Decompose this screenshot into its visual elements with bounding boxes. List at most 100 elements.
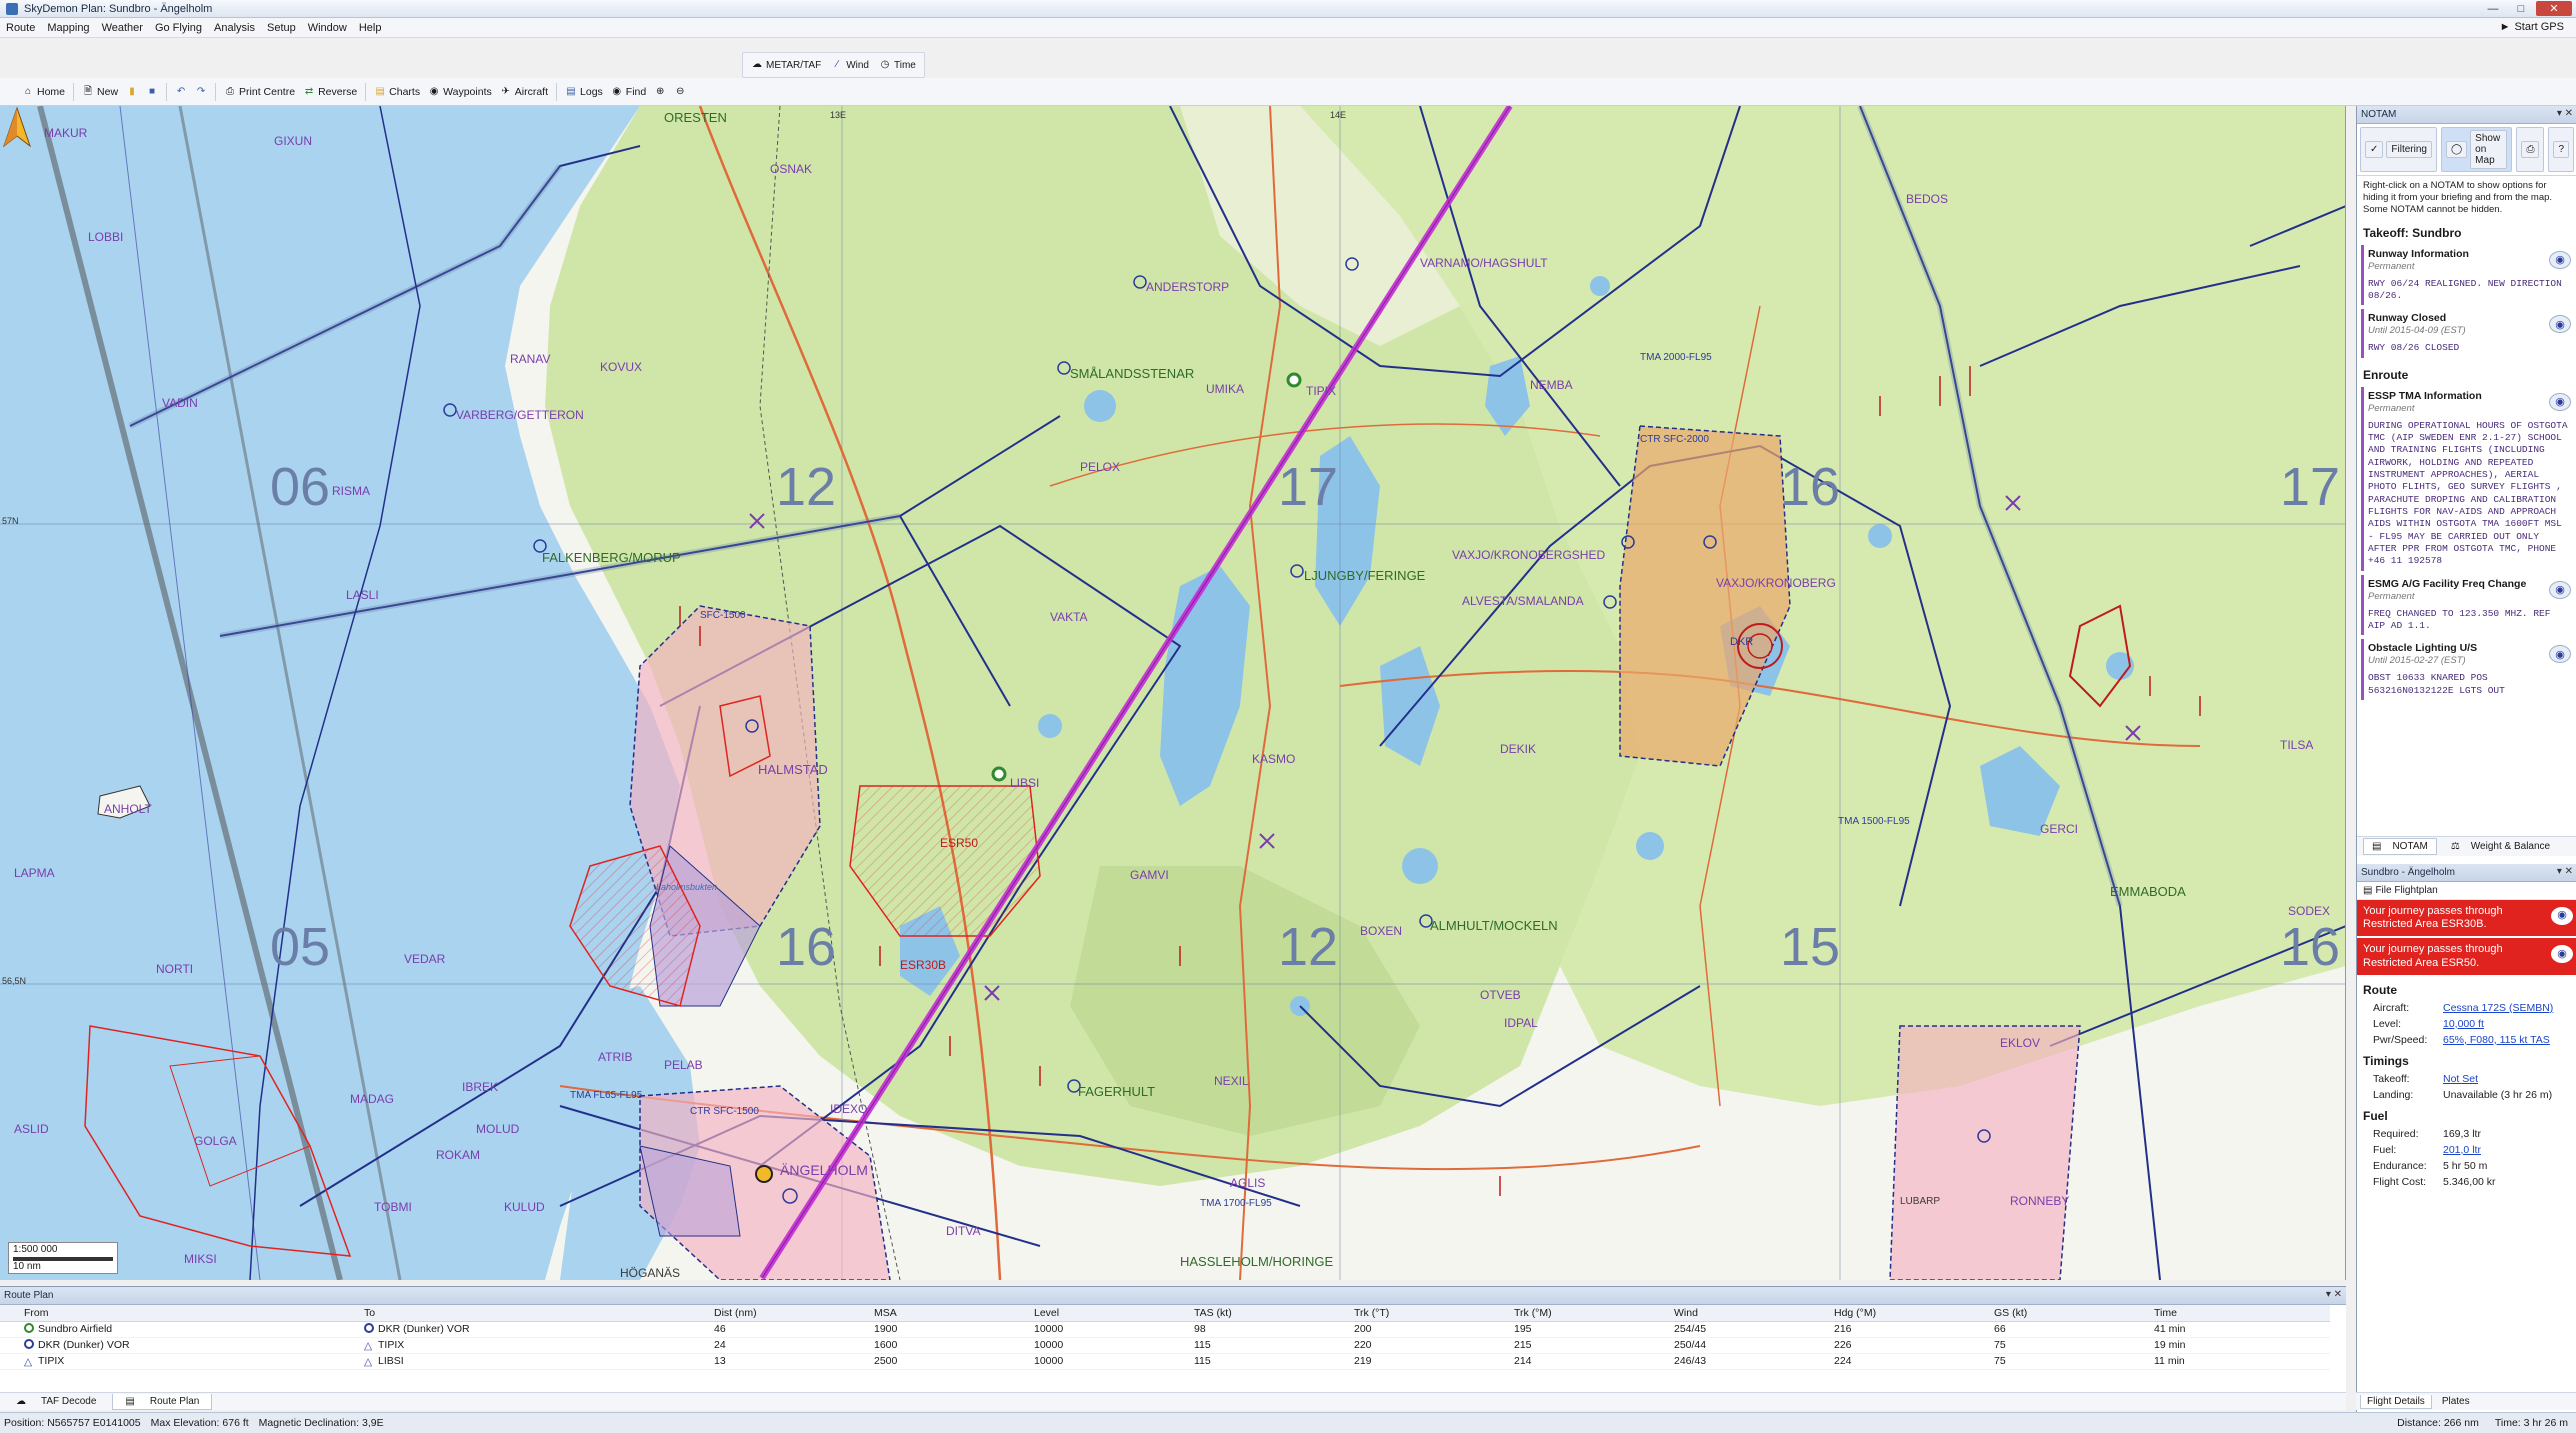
- help-button[interactable]: ?: [2548, 127, 2574, 172]
- binoculars-icon[interactable]: ◉: [2549, 392, 2571, 411]
- notam-item[interactable]: Runway Closed Until 2015-04-09 (EST) RWY…: [2361, 309, 2573, 358]
- waypoint-label[interactable]: LAPMA: [14, 866, 55, 880]
- waypoint-label[interactable]: BOXEN: [1360, 924, 1402, 938]
- waypoint-label[interactable]: LOBBI: [88, 230, 123, 244]
- waypoint-label[interactable]: DITVA: [946, 1224, 980, 1238]
- waypoint-label[interactable]: LIBSI: [1010, 776, 1039, 790]
- airfield-label-hassleholm[interactable]: HASSLEHOLM/HORINGE: [1180, 1254, 1333, 1269]
- airfield-label-oresten[interactable]: ORESTEN: [664, 110, 727, 125]
- show-on-map-button[interactable]: ◯ Show on Map: [2440, 127, 2513, 172]
- waypoint-label[interactable]: PELOX: [1080, 460, 1120, 474]
- column-header[interactable]: Hdg (°M): [1830, 1305, 1990, 1322]
- minimize-button[interactable]: —: [2480, 1, 2506, 16]
- panel-pin-close[interactable]: ▾ ✕: [2557, 866, 2573, 877]
- waypoint-label[interactable]: GAMVI: [1130, 868, 1169, 882]
- table-row[interactable]: △ TIPIX △ LIBSI 13 2500 10000 115 219 214 …: [0, 1353, 2330, 1370]
- airfield-label-varnamo[interactable]: VARNAMO/HAGSHULT: [1420, 256, 1548, 270]
- tab-flight-details[interactable]: Flight Details: [2360, 1394, 2432, 1409]
- airfield-label-angelholm[interactable]: ÄNGELHOLM: [780, 1162, 868, 1178]
- table-row[interactable]: DKR (Dunker) VOR △ TIPIX 24 1600 10000 11…: [0, 1337, 2330, 1354]
- waypoint-label[interactable]: RISMA: [332, 484, 370, 498]
- notam-item[interactable]: Obstacle Lighting U/S Until 2015-02-27 (…: [2361, 639, 2573, 701]
- wind-button[interactable]: ∕ Wind: [831, 59, 869, 71]
- zoom-out-button[interactable]: ⊖: [674, 86, 686, 98]
- binoculars-icon[interactable]: ◉: [2551, 907, 2573, 925]
- menu-setup[interactable]: Setup: [267, 22, 296, 34]
- waypoints-button[interactable]: ◉ Waypoints: [428, 86, 492, 98]
- tab-notam[interactable]: ▤ NOTAM: [2363, 838, 2437, 855]
- airfield-label-anholt[interactable]: ANHOLT: [104, 802, 152, 816]
- airfield-label-emmaboda[interactable]: EMMABODA: [2110, 884, 2186, 899]
- maximize-button[interactable]: □: [2508, 1, 2534, 16]
- column-header[interactable]: Dist (nm): [710, 1305, 870, 1322]
- waypoint-label[interactable]: ROKAM: [436, 1148, 480, 1162]
- binoculars-icon[interactable]: ◉: [2549, 580, 2571, 599]
- waypoint-label[interactable]: MOLUD: [476, 1122, 519, 1136]
- file-flightplan-button[interactable]: ▤ File Flightplan: [2357, 882, 2576, 900]
- tab-taf-decode[interactable]: ☁ TAF Decode: [4, 1394, 108, 1409]
- column-header[interactable]: GS (kt): [1990, 1305, 2150, 1322]
- home-button[interactable]: ⌂ Home: [22, 86, 65, 98]
- waypoint-label[interactable]: UMIKA: [1206, 382, 1244, 396]
- waypoint-label[interactable]: IBREK: [462, 1080, 498, 1094]
- airfield-label-vaxjo-kronoberg[interactable]: VAXJO/KRONOBERG: [1716, 576, 1836, 590]
- tab-plates[interactable]: Plates: [2436, 1395, 2476, 1408]
- charts-button[interactable]: ▤ Charts: [374, 86, 420, 98]
- airfield-label-falkenberg[interactable]: FALKENBERG/MORUP: [542, 550, 681, 565]
- filtering-button[interactable]: ✓ Filtering: [2360, 127, 2437, 172]
- menu-go-flying[interactable]: Go Flying: [155, 22, 202, 34]
- column-header[interactable]: From: [0, 1305, 360, 1322]
- column-header[interactable]: To: [360, 1305, 710, 1322]
- waypoint-label[interactable]: TILSA: [2280, 738, 2313, 752]
- airfield-label-alvesta[interactable]: ALVESTA/SMALANDA: [1462, 594, 1584, 608]
- waypoint-label[interactable]: GOLGA: [194, 1134, 237, 1148]
- airfield-label-ronneby[interactable]: RONNEBY: [2010, 1194, 2069, 1208]
- power-speed-link[interactable]: 65%, F080, 115 kt TAS: [2443, 1034, 2550, 1046]
- waypoint-label[interactable]: TIPIX: [1306, 384, 1336, 398]
- aircraft-button[interactable]: ✈ Aircraft: [500, 86, 548, 98]
- airfield-label-varberg[interactable]: VARBERG/GETTERON: [456, 408, 584, 422]
- waypoint-label[interactable]: KOVUX: [600, 360, 642, 374]
- airfield-label-almhult[interactable]: ALMHULT/MOCKELN: [1430, 918, 1558, 933]
- save-button[interactable]: ■: [146, 86, 158, 98]
- airfield-label-halmstad[interactable]: HALMSTAD: [758, 762, 828, 777]
- aeronautical-map[interactable]: 06 05 12 17 16 17 16 15 12 16 57N 56,5N …: [0, 106, 2346, 1280]
- reverse-button[interactable]: ⇄ Reverse: [303, 86, 357, 98]
- logs-button[interactable]: ▤ Logs: [565, 86, 603, 98]
- waypoint-label[interactable]: IDEXO: [830, 1102, 867, 1116]
- waypoint-label[interactable]: KULUD: [504, 1200, 545, 1214]
- column-header[interactable]: MSA: [870, 1305, 1030, 1322]
- column-header[interactable]: Wind: [1670, 1305, 1830, 1322]
- menu-analysis[interactable]: Analysis: [214, 22, 255, 34]
- column-header[interactable]: Level: [1030, 1305, 1190, 1322]
- notam-item[interactable]: ESSP TMA Information Permanent DURING OP…: [2361, 386, 2573, 571]
- binoculars-icon[interactable]: ◉: [2549, 250, 2571, 269]
- menu-help[interactable]: Help: [359, 22, 382, 34]
- panel-pin-close[interactable]: ▾ ✕: [2326, 1289, 2342, 1300]
- waypoint-label[interactable]: ASLID: [14, 1122, 49, 1136]
- find-button[interactable]: ◉ Find: [611, 86, 646, 98]
- waypoint-label[interactable]: MIKSI: [184, 1252, 217, 1266]
- waypoint-label[interactable]: EKLOV: [2000, 1036, 2040, 1050]
- waypoint-label[interactable]: DEKIK: [1500, 742, 1536, 756]
- panel-pin-close[interactable]: ▾ ✕: [2557, 108, 2573, 119]
- vor-label[interactable]: DKR: [1730, 636, 1753, 648]
- undo-button[interactable]: ↶: [175, 86, 187, 98]
- restricted-area-label[interactable]: ESR30B: [900, 958, 946, 972]
- waypoint-label[interactable]: BEDOS: [1906, 192, 1948, 206]
- column-header[interactable]: TAS (kt): [1190, 1305, 1350, 1322]
- metar-taf-button[interactable]: ☁ METAR/TAF: [751, 59, 821, 71]
- takeoff-time-link[interactable]: Not Set: [2443, 1073, 2478, 1085]
- open-button[interactable]: ▮: [126, 86, 138, 98]
- redo-button[interactable]: ↷: [195, 86, 207, 98]
- menu-window[interactable]: Window: [308, 22, 347, 34]
- airfield-label-anderstorp[interactable]: ANDERSTORP: [1146, 280, 1229, 294]
- waypoint-label[interactable]: KASMO: [1252, 752, 1295, 766]
- restricted-area-warning[interactable]: Your journey passes through Restricted A…: [2357, 938, 2576, 975]
- waypoint-label[interactable]: IDPAL: [1504, 1016, 1538, 1030]
- waypoint-label[interactable]: VADIN: [162, 396, 198, 410]
- print-notam-button[interactable]: ⎙: [2516, 127, 2545, 172]
- column-header[interactable]: Time: [2150, 1305, 2330, 1322]
- table-row[interactable]: Sundbro Airfield DKR (Dunker) VOR 46 190…: [0, 1321, 2330, 1338]
- close-button[interactable]: ✕: [2536, 1, 2572, 16]
